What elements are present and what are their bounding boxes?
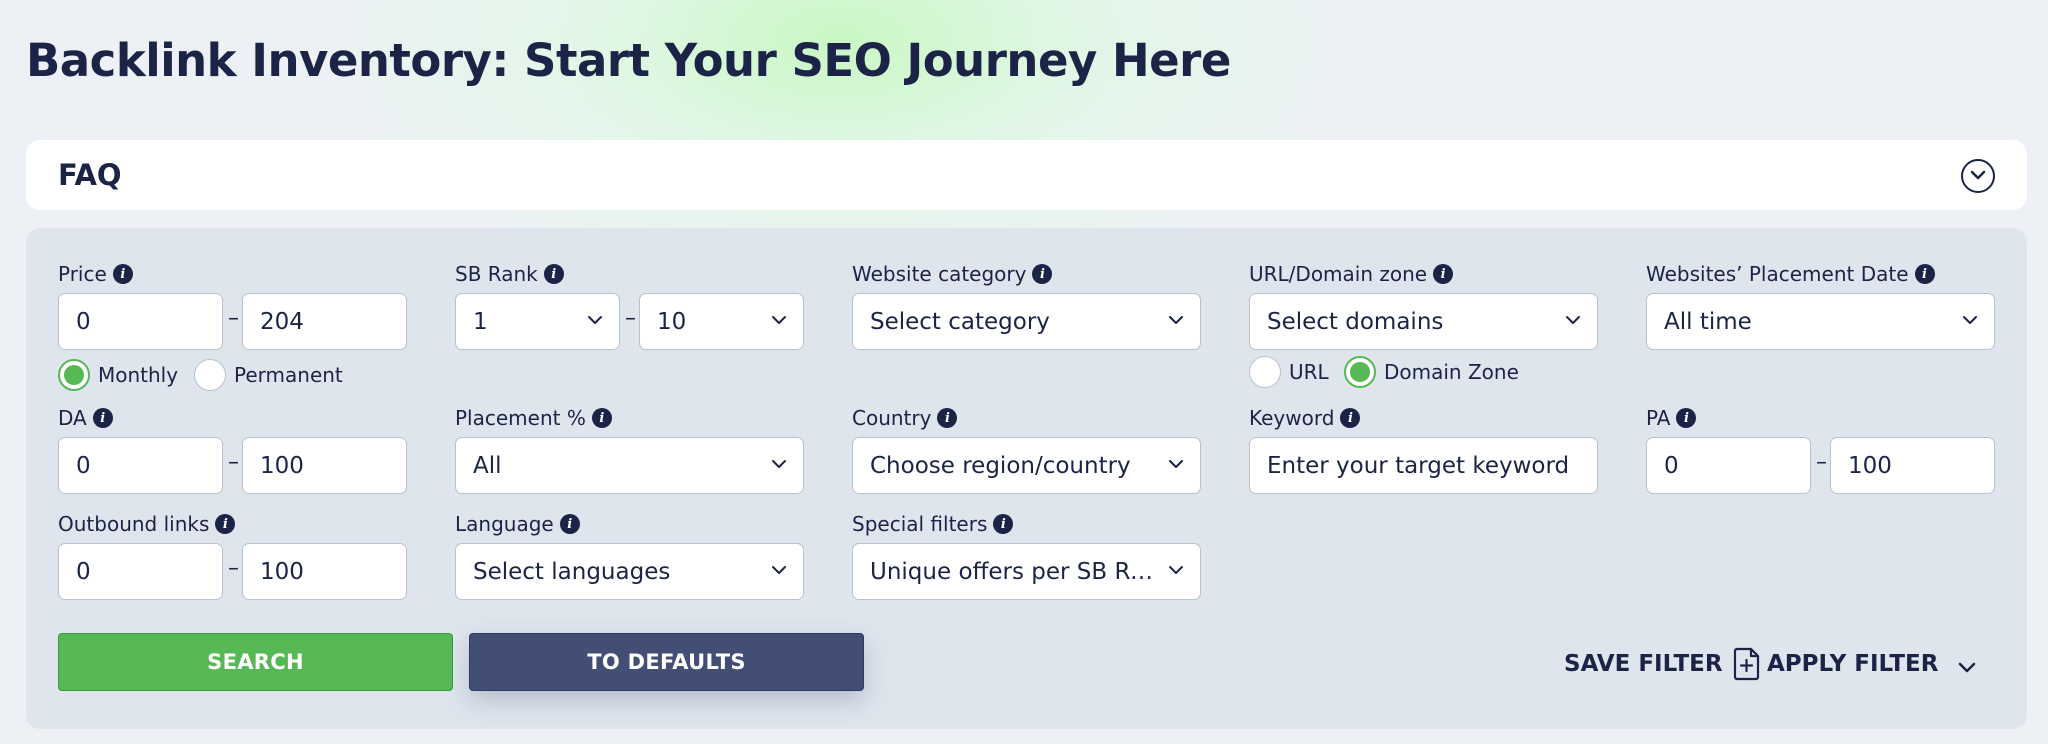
domain-zone-radio[interactable]: Domain Zone xyxy=(1344,356,1519,388)
chevron-down-icon xyxy=(1963,316,1977,324)
search-button[interactable]: SEARCH xyxy=(58,633,453,691)
chevron-down-icon xyxy=(772,316,786,324)
info-icon[interactable]: i xyxy=(993,514,1014,534)
keyword-input[interactable]: Enter your target keyword xyxy=(1249,437,1598,494)
page-title: Backlink Inventory: Start Your SEO Journ… xyxy=(26,34,1231,87)
range-dash: – xyxy=(228,450,239,475)
chevron-down-icon xyxy=(1169,460,1183,468)
radio-unselected-icon[interactable] xyxy=(1249,356,1281,388)
price-monthly-radio[interactable]: Monthly xyxy=(58,359,178,391)
info-icon[interactable]: i xyxy=(1914,264,1935,284)
range-dash: – xyxy=(228,306,239,331)
price-label: Price i xyxy=(58,262,133,286)
chevron-down-icon xyxy=(772,566,786,574)
pa-max-input[interactable]: 100 xyxy=(1830,437,1995,494)
placement-pct-label: Placement % i xyxy=(455,406,612,430)
price-max-input[interactable]: 204 xyxy=(242,293,407,350)
radio-unselected-icon[interactable] xyxy=(194,359,226,391)
faq-panel[interactable]: FAQ xyxy=(26,140,2027,210)
outbound-min-input[interactable]: 0 xyxy=(58,543,223,600)
sb-rank-min-select[interactable]: 1 xyxy=(455,293,620,350)
filters-panel: Price i 0 – 204 Monthly Permanent DA i 0 –… xyxy=(26,228,2027,729)
special-filters-label: Special filters i xyxy=(852,512,1014,536)
chevron-down-icon[interactable] xyxy=(1958,659,1976,678)
placement-pct-select[interactable]: All xyxy=(455,437,804,494)
faq-title: FAQ xyxy=(58,158,122,192)
radio-selected-icon[interactable] xyxy=(1344,356,1376,388)
price-min-input[interactable]: 0 xyxy=(58,293,223,350)
placement-date-label: Websites’ Placement Date i xyxy=(1646,262,1935,286)
info-icon[interactable]: i xyxy=(1340,408,1361,428)
outbound-links-label: Outbound links i xyxy=(58,512,236,536)
url-domain-zone-label: URL/Domain zone i xyxy=(1249,262,1454,286)
chevron-down-icon xyxy=(1566,316,1580,324)
country-label: Country i xyxy=(852,406,958,430)
url-radio[interactable]: URL xyxy=(1249,356,1329,388)
pa-label: PA i xyxy=(1646,406,1697,430)
info-icon[interactable]: i xyxy=(1032,264,1053,284)
price-permanent-radio[interactable]: Permanent xyxy=(194,359,343,391)
info-icon[interactable]: i xyxy=(1433,264,1454,284)
website-category-select[interactable]: Select category xyxy=(852,293,1201,350)
chevron-down-icon xyxy=(1169,566,1183,574)
range-dash: – xyxy=(1816,450,1827,475)
chevron-down-icon xyxy=(1169,316,1183,324)
info-icon[interactable]: i xyxy=(215,514,236,534)
special-filters-select[interactable]: Unique offers per SB Rank xyxy=(852,543,1201,600)
info-icon[interactable]: i xyxy=(112,264,133,284)
outbound-max-input[interactable]: 100 xyxy=(242,543,407,600)
sb-rank-max-select[interactable]: 10 xyxy=(639,293,804,350)
file-add-icon[interactable] xyxy=(1733,647,1761,685)
pa-min-input[interactable]: 0 xyxy=(1646,437,1811,494)
to-defaults-button[interactable]: TO DEFAULTS xyxy=(469,633,864,691)
range-dash: – xyxy=(625,306,636,331)
country-select[interactable]: Choose region/country xyxy=(852,437,1201,494)
sb-rank-label: SB Rank i xyxy=(455,262,564,286)
da-label: DA i xyxy=(58,406,113,430)
keyword-label: Keyword i xyxy=(1249,406,1361,430)
chevron-down-icon xyxy=(772,460,786,468)
language-label: Language i xyxy=(455,512,580,536)
website-category-label: Website category i xyxy=(852,262,1053,286)
info-icon[interactable]: i xyxy=(937,408,958,428)
range-dash: – xyxy=(228,556,239,581)
save-filter-button[interactable]: SAVE FILTER xyxy=(1564,651,1723,677)
da-min-input[interactable]: 0 xyxy=(58,437,223,494)
domains-select[interactable]: Select domains xyxy=(1249,293,1598,350)
chevron-down-circle-icon[interactable] xyxy=(1961,159,1995,193)
da-max-input[interactable]: 100 xyxy=(242,437,407,494)
radio-selected-icon[interactable] xyxy=(58,359,90,391)
info-icon[interactable]: i xyxy=(1676,408,1697,428)
apply-filter-button[interactable]: APPLY FILTER xyxy=(1767,651,1938,677)
info-icon[interactable]: i xyxy=(543,264,564,284)
placement-date-select[interactable]: All time xyxy=(1646,293,1995,350)
language-select[interactable]: Select languages xyxy=(455,543,804,600)
chevron-down-icon xyxy=(588,316,602,324)
info-icon[interactable]: i xyxy=(92,408,113,428)
info-icon[interactable]: i xyxy=(559,514,580,534)
info-icon[interactable]: i xyxy=(591,408,612,428)
